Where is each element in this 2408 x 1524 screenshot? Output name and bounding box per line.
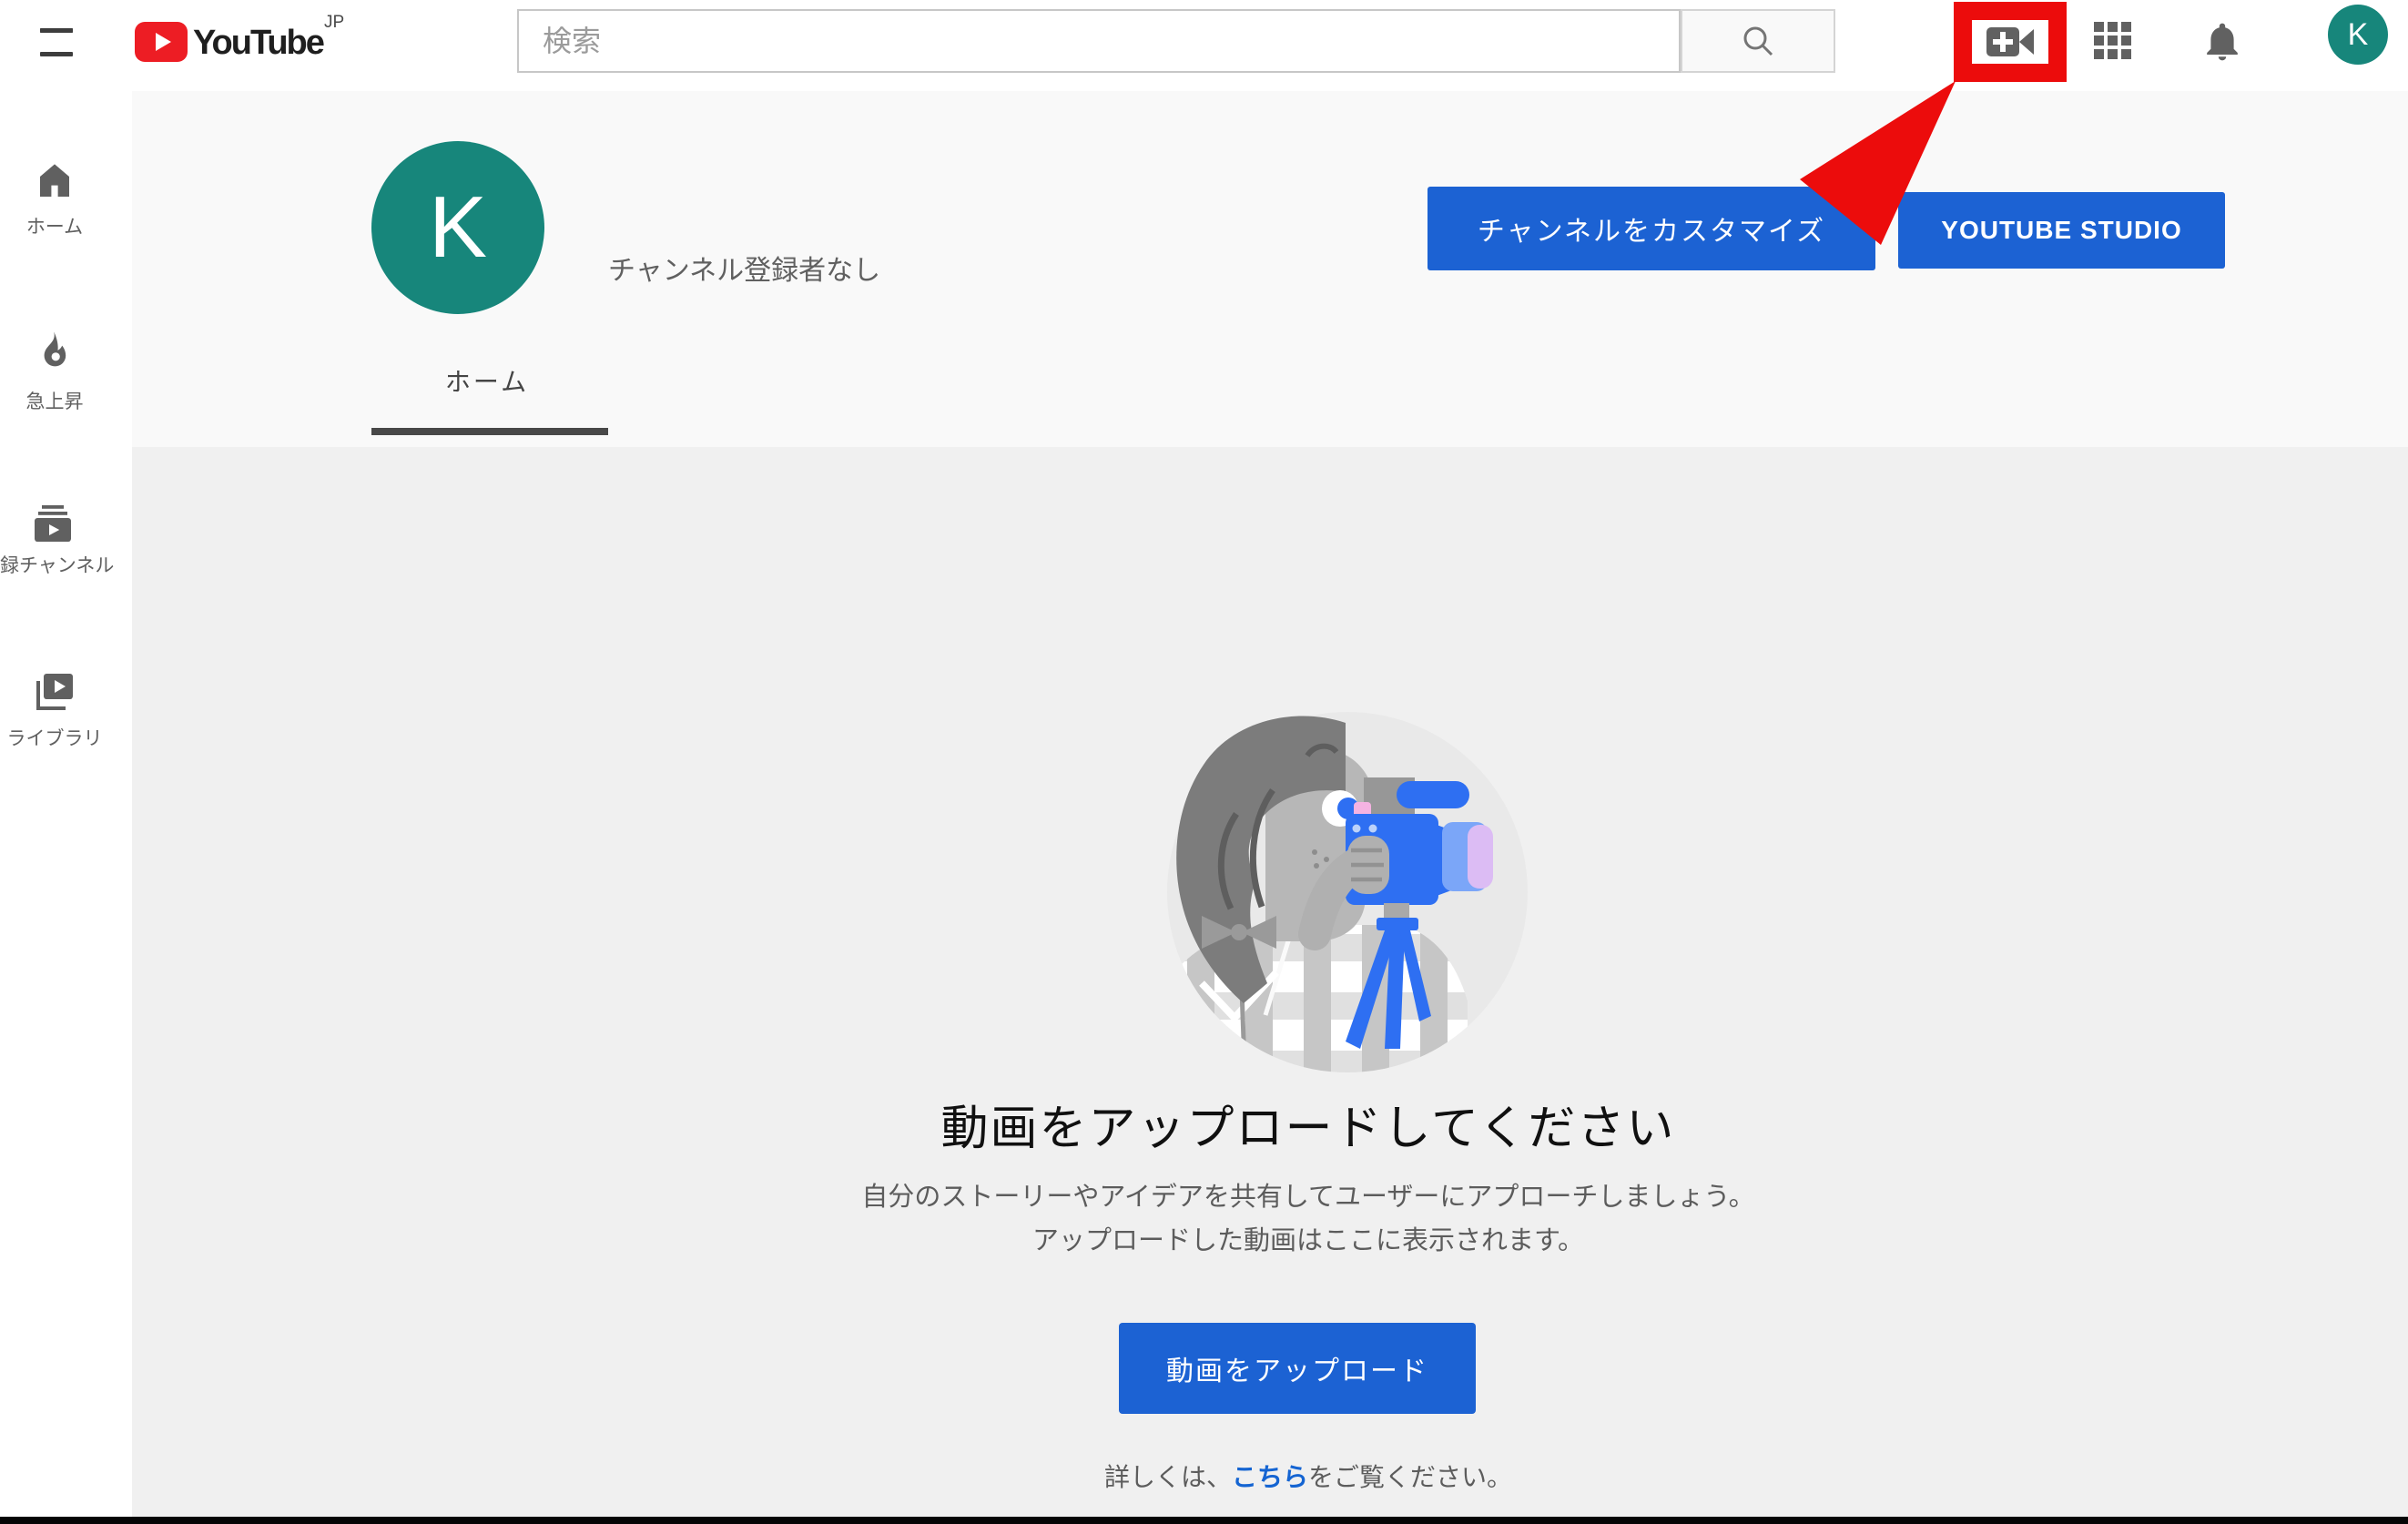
search-button[interactable] (1681, 9, 1835, 73)
empty-state-footer: 詳しくは、こちらをご覧ください。 (671, 1458, 1946, 1494)
hamburger-menu-icon[interactable] (40, 28, 73, 56)
active-tab-underline (371, 428, 608, 435)
apps-grid-icon[interactable] (2094, 22, 2134, 62)
library-icon (33, 670, 76, 714)
window-bottom-edge (0, 1517, 2408, 1524)
home-icon (33, 158, 76, 202)
youtube-logo[interactable]: YouTube JP (135, 22, 188, 66)
sidebar-item-label: 急上昇 (0, 391, 109, 414)
sidebar-item-label: ライブラリ (0, 727, 109, 751)
notifications-bell-icon[interactable] (2200, 20, 2244, 64)
subscriber-status: チャンネル登録者なし (608, 248, 880, 288)
hamburger-bar (40, 28, 73, 33)
empty-state-description: 自分のストーリーやアイデアを共有してユーザーにアプローチしましょう。 アップロー… (671, 1175, 1946, 1263)
logo-region-label: JP (324, 13, 344, 33)
footer-text-prefix: 詳しくは、 (1104, 1463, 1232, 1491)
channel-header: K チャンネル登録者なし チャンネルをカスタマイズ YOUTUBE STUDIO… (132, 91, 2408, 447)
channel-home-content: 動画をアップロードしてください 自分のストーリーやアイデアを共有してユーザーにア… (132, 447, 2408, 1524)
description-line-1: 自分のストーリーやアイデアを共有してユーザーにアプローチしましょう。 (671, 1175, 1946, 1219)
youtube-studio-button[interactable]: YOUTUBE STUDIO (1898, 192, 2225, 269)
upload-video-button[interactable]: 動画をアップロード (1119, 1323, 1476, 1414)
search-input[interactable] (517, 9, 1681, 73)
footer-text-suffix: をご覧ください。 (1308, 1463, 1512, 1491)
channel-avatar[interactable]: K (371, 141, 544, 314)
subscriptions-icon (31, 502, 75, 545)
search-icon (1740, 23, 1776, 59)
trending-icon (33, 330, 76, 373)
sidebar: ホーム 急上昇 録チャンネル ライブラリ (0, 91, 132, 1524)
account-avatar[interactable]: K (2328, 5, 2388, 65)
create-video-button[interactable] (1985, 22, 2036, 62)
youtube-play-icon (135, 22, 188, 62)
youtube-wordmark: YouTube (193, 23, 323, 63)
tab-home[interactable]: ホーム (414, 362, 560, 399)
hamburger-bar (40, 52, 73, 56)
learn-more-link[interactable]: こちら (1232, 1463, 1308, 1491)
sidebar-item-label: 録チャンネル (0, 554, 109, 578)
description-line-2: アップロードした動画はここに表示されます。 (671, 1219, 1946, 1263)
empty-state-title: 動画をアップロードしてください (716, 1090, 1900, 1158)
upload-illustration (1129, 701, 1566, 1083)
sidebar-item-label: ホーム (0, 216, 109, 239)
topbar: YouTube JP K (0, 0, 2408, 91)
customize-channel-button[interactable]: チャンネルをカスタマイズ (1428, 187, 1875, 270)
